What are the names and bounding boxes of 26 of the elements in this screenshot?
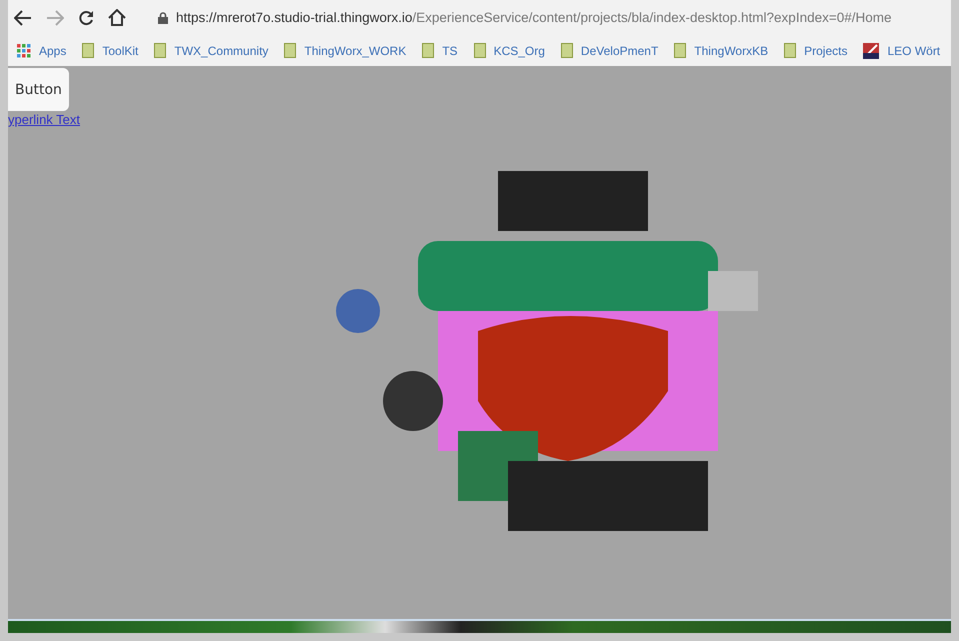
- lock-icon: [158, 12, 168, 24]
- bookmark[interactable]: ThingWorx_WORK: [284, 43, 406, 58]
- bookmark[interactable]: DeVeloPmenT: [560, 43, 658, 58]
- bookmark-page-icon: [674, 43, 686, 58]
- reload-icon[interactable]: [78, 10, 94, 26]
- bookmark[interactable]: TS: [422, 43, 458, 58]
- bookmark-page-icon: [422, 43, 434, 58]
- bookmark[interactable]: LEO Wört: [863, 42, 940, 58]
- bookmark[interactable]: ToolKit: [82, 43, 138, 58]
- bookmark-page-icon: [284, 43, 296, 58]
- bookmark-page-icon: [474, 43, 486, 58]
- bookmark-page-icon: [784, 43, 796, 58]
- hyperlink[interactable]: yperlink Text: [8, 112, 80, 127]
- bookmark-page-icon: [560, 43, 573, 58]
- bookmark-page-icon: [82, 43, 94, 58]
- apps-grid-icon: [17, 44, 31, 58]
- bookmark-page-icon: [154, 43, 166, 58]
- home-icon[interactable]: [108, 9, 126, 26]
- bookmark[interactable]: Apps: [17, 44, 66, 58]
- bookmark[interactable]: KCS_Org: [474, 43, 545, 58]
- button[interactable]: Button: [8, 68, 69, 111]
- bookmark[interactable]: TWX_Community: [154, 43, 268, 58]
- bookmark[interactable]: Projects: [784, 43, 848, 58]
- bookmark[interactable]: ThingWorxKB: [674, 43, 768, 58]
- site-favicon-icon: [863, 42, 880, 58]
- back-icon[interactable]: [14, 10, 32, 26]
